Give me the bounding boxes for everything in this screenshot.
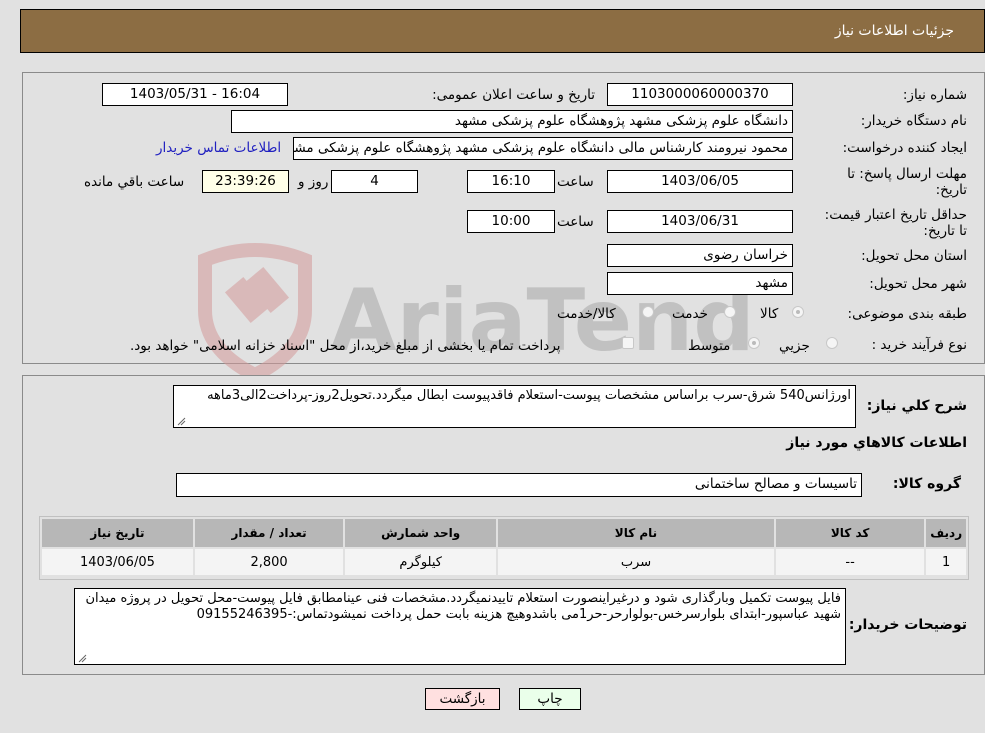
buyer-notes-textarea[interactable]: فایل پیوست تکمیل وبارگذاری شود و درغیرای… bbox=[74, 588, 846, 665]
cell-row: 1 bbox=[924, 547, 968, 577]
treasury-note: پرداخت تمام یا بخشی از مبلغ خرید،از محل … bbox=[130, 338, 561, 354]
print-button[interactable]: چاپ bbox=[519, 688, 581, 710]
description-textarea[interactable]: اورژانس540 شرق-سرب براساس مشخصات پیوست-ا… bbox=[173, 385, 856, 428]
buyer-org-label: نام دستگاه خریدار: bbox=[860, 113, 967, 129]
city-label: شهر محل تحویل: bbox=[869, 276, 967, 292]
requester-label: ایجاد کننده درخواست: bbox=[842, 140, 967, 156]
city-field: مشهد bbox=[607, 272, 793, 295]
price-validity-time-field: 10:00 bbox=[467, 210, 555, 233]
category-radio-goods[interactable] bbox=[792, 306, 804, 318]
category-radio-service[interactable] bbox=[724, 306, 736, 318]
category-radio-goods-service[interactable] bbox=[642, 306, 654, 318]
table-row: 1 -- سرب کیلوگرم 2,800 1403/06/05 bbox=[40, 547, 968, 577]
col-unit: واحد شمارش bbox=[343, 517, 499, 549]
buyer-contact-link[interactable]: اطلاعات تماس خریدار bbox=[156, 140, 281, 156]
announce-datetime-field: 1403/05/31 - 16:04 bbox=[102, 83, 288, 106]
description-text: اورژانس540 شرق-سرب براساس مشخصات پیوست-ا… bbox=[207, 388, 851, 403]
cell-name: سرب bbox=[496, 547, 776, 577]
province-field: خراسان رضوی bbox=[607, 244, 793, 267]
requester-field: محمود نیرومند کارشناس مالی دانشگاه علوم … bbox=[293, 137, 793, 160]
resize-grip-icon[interactable] bbox=[77, 653, 87, 663]
col-qty: تعداد / مقدار bbox=[192, 517, 346, 549]
category-option-service: خدمت bbox=[672, 306, 708, 322]
need-number-field: 1103000060000370 bbox=[607, 83, 793, 106]
need-number-label: شماره نیاز: bbox=[902, 87, 967, 103]
deadline-label: مهلت ارسال پاسخ: تا تاریخ: bbox=[847, 166, 967, 198]
col-row: ردیف bbox=[924, 517, 968, 549]
process-option-small: جزيي bbox=[779, 338, 810, 354]
treasury-checkbox[interactable] bbox=[622, 337, 634, 349]
items-table-header: ردیف کد کالا نام کالا واحد شمارش تعداد /… bbox=[40, 517, 968, 549]
page-header: جزئیات اطلاعات نیاز bbox=[20, 9, 985, 53]
time-remaining-label: ساعت باقي مانده bbox=[84, 174, 185, 190]
process-option-medium: متوسط bbox=[688, 338, 731, 354]
category-option-goods-service: کالا/خدمت bbox=[557, 306, 616, 322]
back-button[interactable]: بازگشت bbox=[425, 688, 500, 710]
deadline-time-field: 16:10 bbox=[467, 170, 555, 193]
category-option-goods: کالا bbox=[760, 306, 779, 322]
buyer-notes-text: فایل پیوست تکمیل وبارگذاری شود و درغیرای… bbox=[85, 591, 841, 622]
process-radio-medium[interactable] bbox=[748, 337, 760, 349]
category-label: طبقه بندی موضوعی: bbox=[847, 306, 967, 322]
buyer-org-field: دانشگاه علوم پزشکی مشهد پژوهشگاه علوم پز… bbox=[231, 110, 793, 133]
cell-unit: کیلوگرم bbox=[343, 547, 499, 577]
cell-qty: 2,800 bbox=[192, 547, 346, 577]
col-name: نام کالا bbox=[496, 517, 776, 549]
items-heading: اطلاعات کالاهاي مورد نياز bbox=[786, 435, 967, 451]
price-validity-label: حداقل تاریخ اعتبار قیمت: تا تاریخ: bbox=[824, 207, 967, 239]
price-validity-date-field: 1403/06/31 bbox=[607, 210, 793, 233]
group-label: گروه کالا: bbox=[892, 476, 961, 492]
days-label: روز و bbox=[298, 174, 329, 190]
price-validity-time-label: ساعت bbox=[557, 214, 594, 230]
col-date: تاریخ نیاز bbox=[40, 517, 195, 549]
days-remaining-field: 4 bbox=[331, 170, 418, 193]
col-code: کد کالا bbox=[773, 517, 927, 549]
time-remaining-field: 23:39:26 bbox=[202, 170, 289, 193]
description-label: شرح کلي نياز: bbox=[866, 398, 967, 414]
process-radio-small[interactable] bbox=[826, 337, 838, 349]
announce-label: تاریخ و ساعت اعلان عمومی: bbox=[432, 87, 595, 103]
deadline-time-label: ساعت bbox=[557, 174, 594, 190]
cell-date: 1403/06/05 bbox=[40, 547, 195, 577]
province-label: استان محل تحویل: bbox=[861, 248, 967, 264]
page-title: جزئیات اطلاعات نیاز bbox=[834, 23, 954, 39]
cell-code: -- bbox=[773, 547, 927, 577]
deadline-date-field: 1403/06/05 bbox=[607, 170, 793, 193]
process-label: نوع فرآیند خرید : bbox=[871, 337, 967, 353]
items-table: ردیف کد کالا نام کالا واحد شمارش تعداد /… bbox=[40, 517, 968, 577]
resize-grip-icon[interactable] bbox=[176, 416, 186, 426]
buyer-notes-label: توضیحات خریدار: bbox=[848, 617, 967, 633]
group-field: تاسیسات و مصالح ساختمانی bbox=[176, 473, 862, 497]
